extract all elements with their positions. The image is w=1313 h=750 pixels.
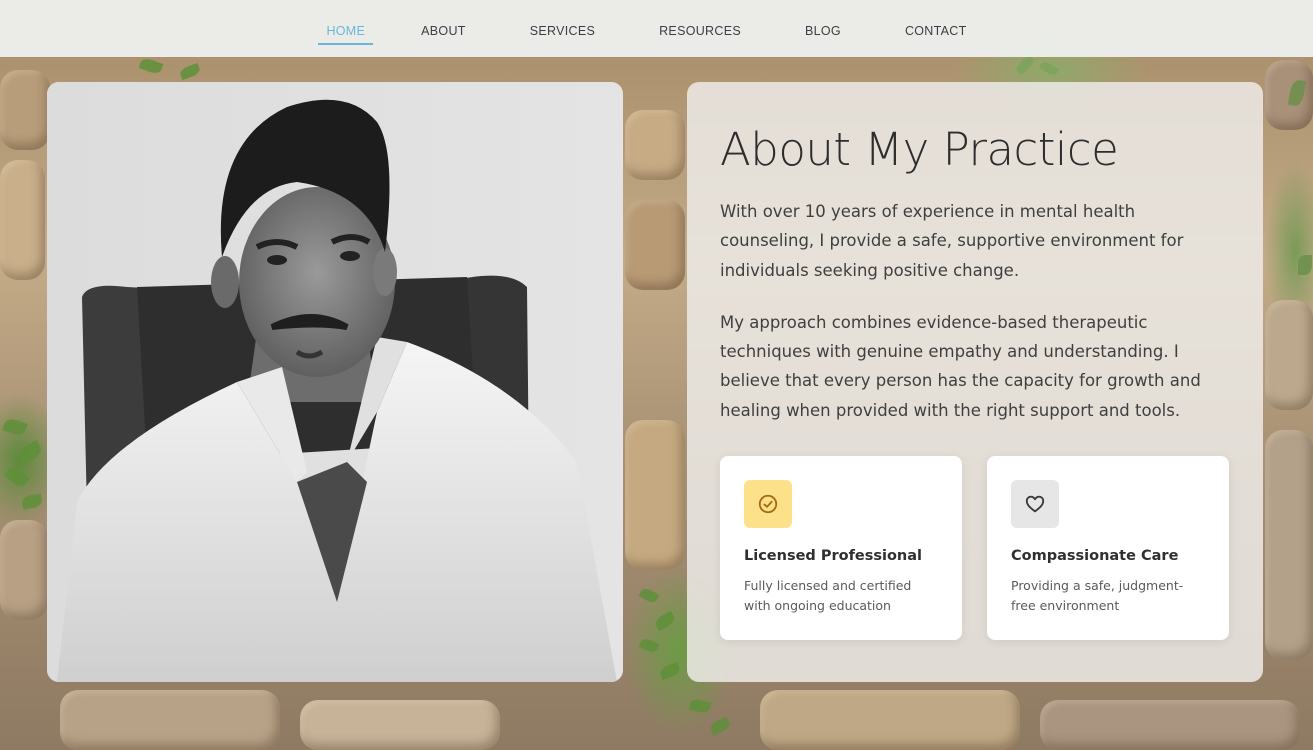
nav-contact[interactable]: CONTACT [905, 7, 967, 51]
therapist-portrait-photo [47, 82, 623, 682]
nav-about[interactable]: ABOUT [421, 7, 466, 51]
nav-home[interactable]: HOME [318, 7, 373, 51]
about-paragraph-2: My approach combines evidence-based ther… [720, 312, 1201, 420]
top-navigation: HOME ABOUT SERVICES RESOURCES BLOG CONTA… [0, 0, 1313, 57]
about-title: About My Practice [720, 123, 1119, 176]
nav-resources[interactable]: RESOURCES [659, 7, 741, 51]
feature-description: Providing a safe, judgment-free environm… [1011, 578, 1184, 613]
nav-list: HOME ABOUT SERVICES RESOURCES BLOG CONTA… [318, 7, 967, 51]
feature-title: Compassionate Care [1011, 548, 1179, 564]
heart-icon [1011, 480, 1059, 528]
nav-services[interactable]: SERVICES [530, 7, 595, 51]
feature-card-compassionate: Compassionate Care Providing a safe, jud… [987, 456, 1229, 640]
about-practice-panel: About My Practice With over 10 years of … [687, 82, 1263, 682]
feature-card-licensed: Licensed Professional Fully licensed and… [720, 456, 962, 640]
feature-cards: Licensed Professional Fully licensed and… [720, 456, 1229, 640]
feature-title: Licensed Professional [744, 548, 923, 564]
nav-blog[interactable]: BLOG [805, 7, 841, 51]
feature-description: Fully licensed and certified with ongoin… [744, 578, 912, 613]
about-paragraph-1: With over 10 years of experience in ment… [720, 202, 1184, 280]
check-circle-icon [744, 480, 792, 528]
